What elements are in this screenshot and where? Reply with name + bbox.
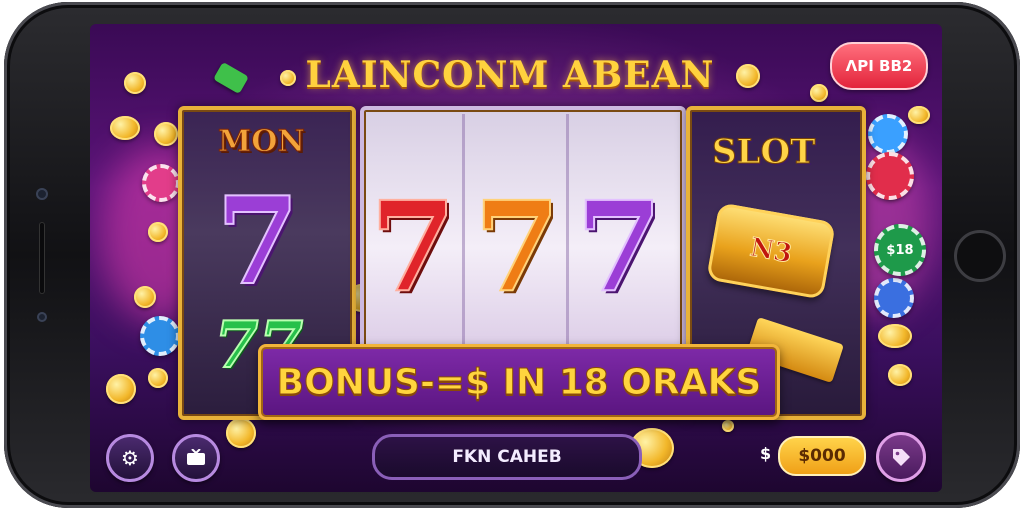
- coin-icon: [110, 116, 140, 140]
- coin-icon: [810, 84, 828, 102]
- coin-icon: [148, 368, 168, 388]
- tv-icon: [187, 449, 205, 465]
- gold-bar-text: N3: [747, 232, 795, 270]
- tv-button[interactable]: [172, 434, 220, 482]
- currency-symbol: $: [760, 444, 772, 463]
- coin-icon: [722, 420, 734, 432]
- poker-chip-icon: [140, 316, 180, 356]
- top-badge-button[interactable]: ΛΡΙ ΒΒ2: [830, 42, 928, 90]
- coin-icon: [148, 222, 168, 242]
- seven-symbol: 7: [575, 175, 663, 320]
- chip-label: $18: [886, 242, 914, 258]
- poker-chip-icon: [868, 114, 908, 154]
- reel-left-label: MON: [218, 124, 306, 160]
- bonus-banner: BONUS-=$ IN 18 ORAKS: [258, 344, 780, 420]
- coin-icon: [908, 106, 930, 124]
- speaker-grille: [39, 222, 45, 294]
- coin-icon: [888, 364, 912, 386]
- coin-icon: [124, 72, 146, 94]
- coin-icon: [154, 122, 178, 146]
- coin-icon: [134, 286, 156, 308]
- poker-chip-icon: [874, 278, 914, 318]
- game-title: LAINCONM ABEAN: [305, 54, 715, 96]
- coin-icon: [226, 418, 256, 448]
- settings-button[interactable]: ⚙: [106, 434, 154, 482]
- green-gem-icon: [213, 61, 249, 95]
- reel-right-label: SLOT: [711, 132, 816, 173]
- seven-symbol: 7: [473, 175, 561, 320]
- gear-icon: ⚙: [121, 446, 139, 470]
- spin-bar-button[interactable]: FKN CAHEB: [372, 434, 642, 480]
- coin-icon: [106, 374, 136, 404]
- game-screen: $18 LAINCONM ABEAN ΛΡΙ ΒΒ2 MON 7 77 7 7 …: [90, 24, 942, 492]
- front-camera-icon: [36, 188, 48, 200]
- sensor-icon: [37, 312, 47, 322]
- coin-icon: [878, 324, 912, 348]
- poker-chip-icon: [142, 164, 180, 202]
- seven-symbol: 7: [369, 175, 457, 320]
- phone-frame: $18 LAINCONM ABEAN ΛΡΙ ΒΒ2 MON 7 77 7 7 …: [4, 2, 1020, 508]
- poker-chip-icon: [866, 152, 914, 200]
- tag-icon: [893, 449, 910, 466]
- tag-button[interactable]: [876, 432, 926, 482]
- balance-display: $000: [778, 436, 866, 476]
- seven-symbol: 7: [215, 171, 300, 312]
- coin-icon: [736, 64, 760, 88]
- poker-chip-icon: $18: [874, 224, 926, 276]
- home-button[interactable]: [954, 230, 1006, 282]
